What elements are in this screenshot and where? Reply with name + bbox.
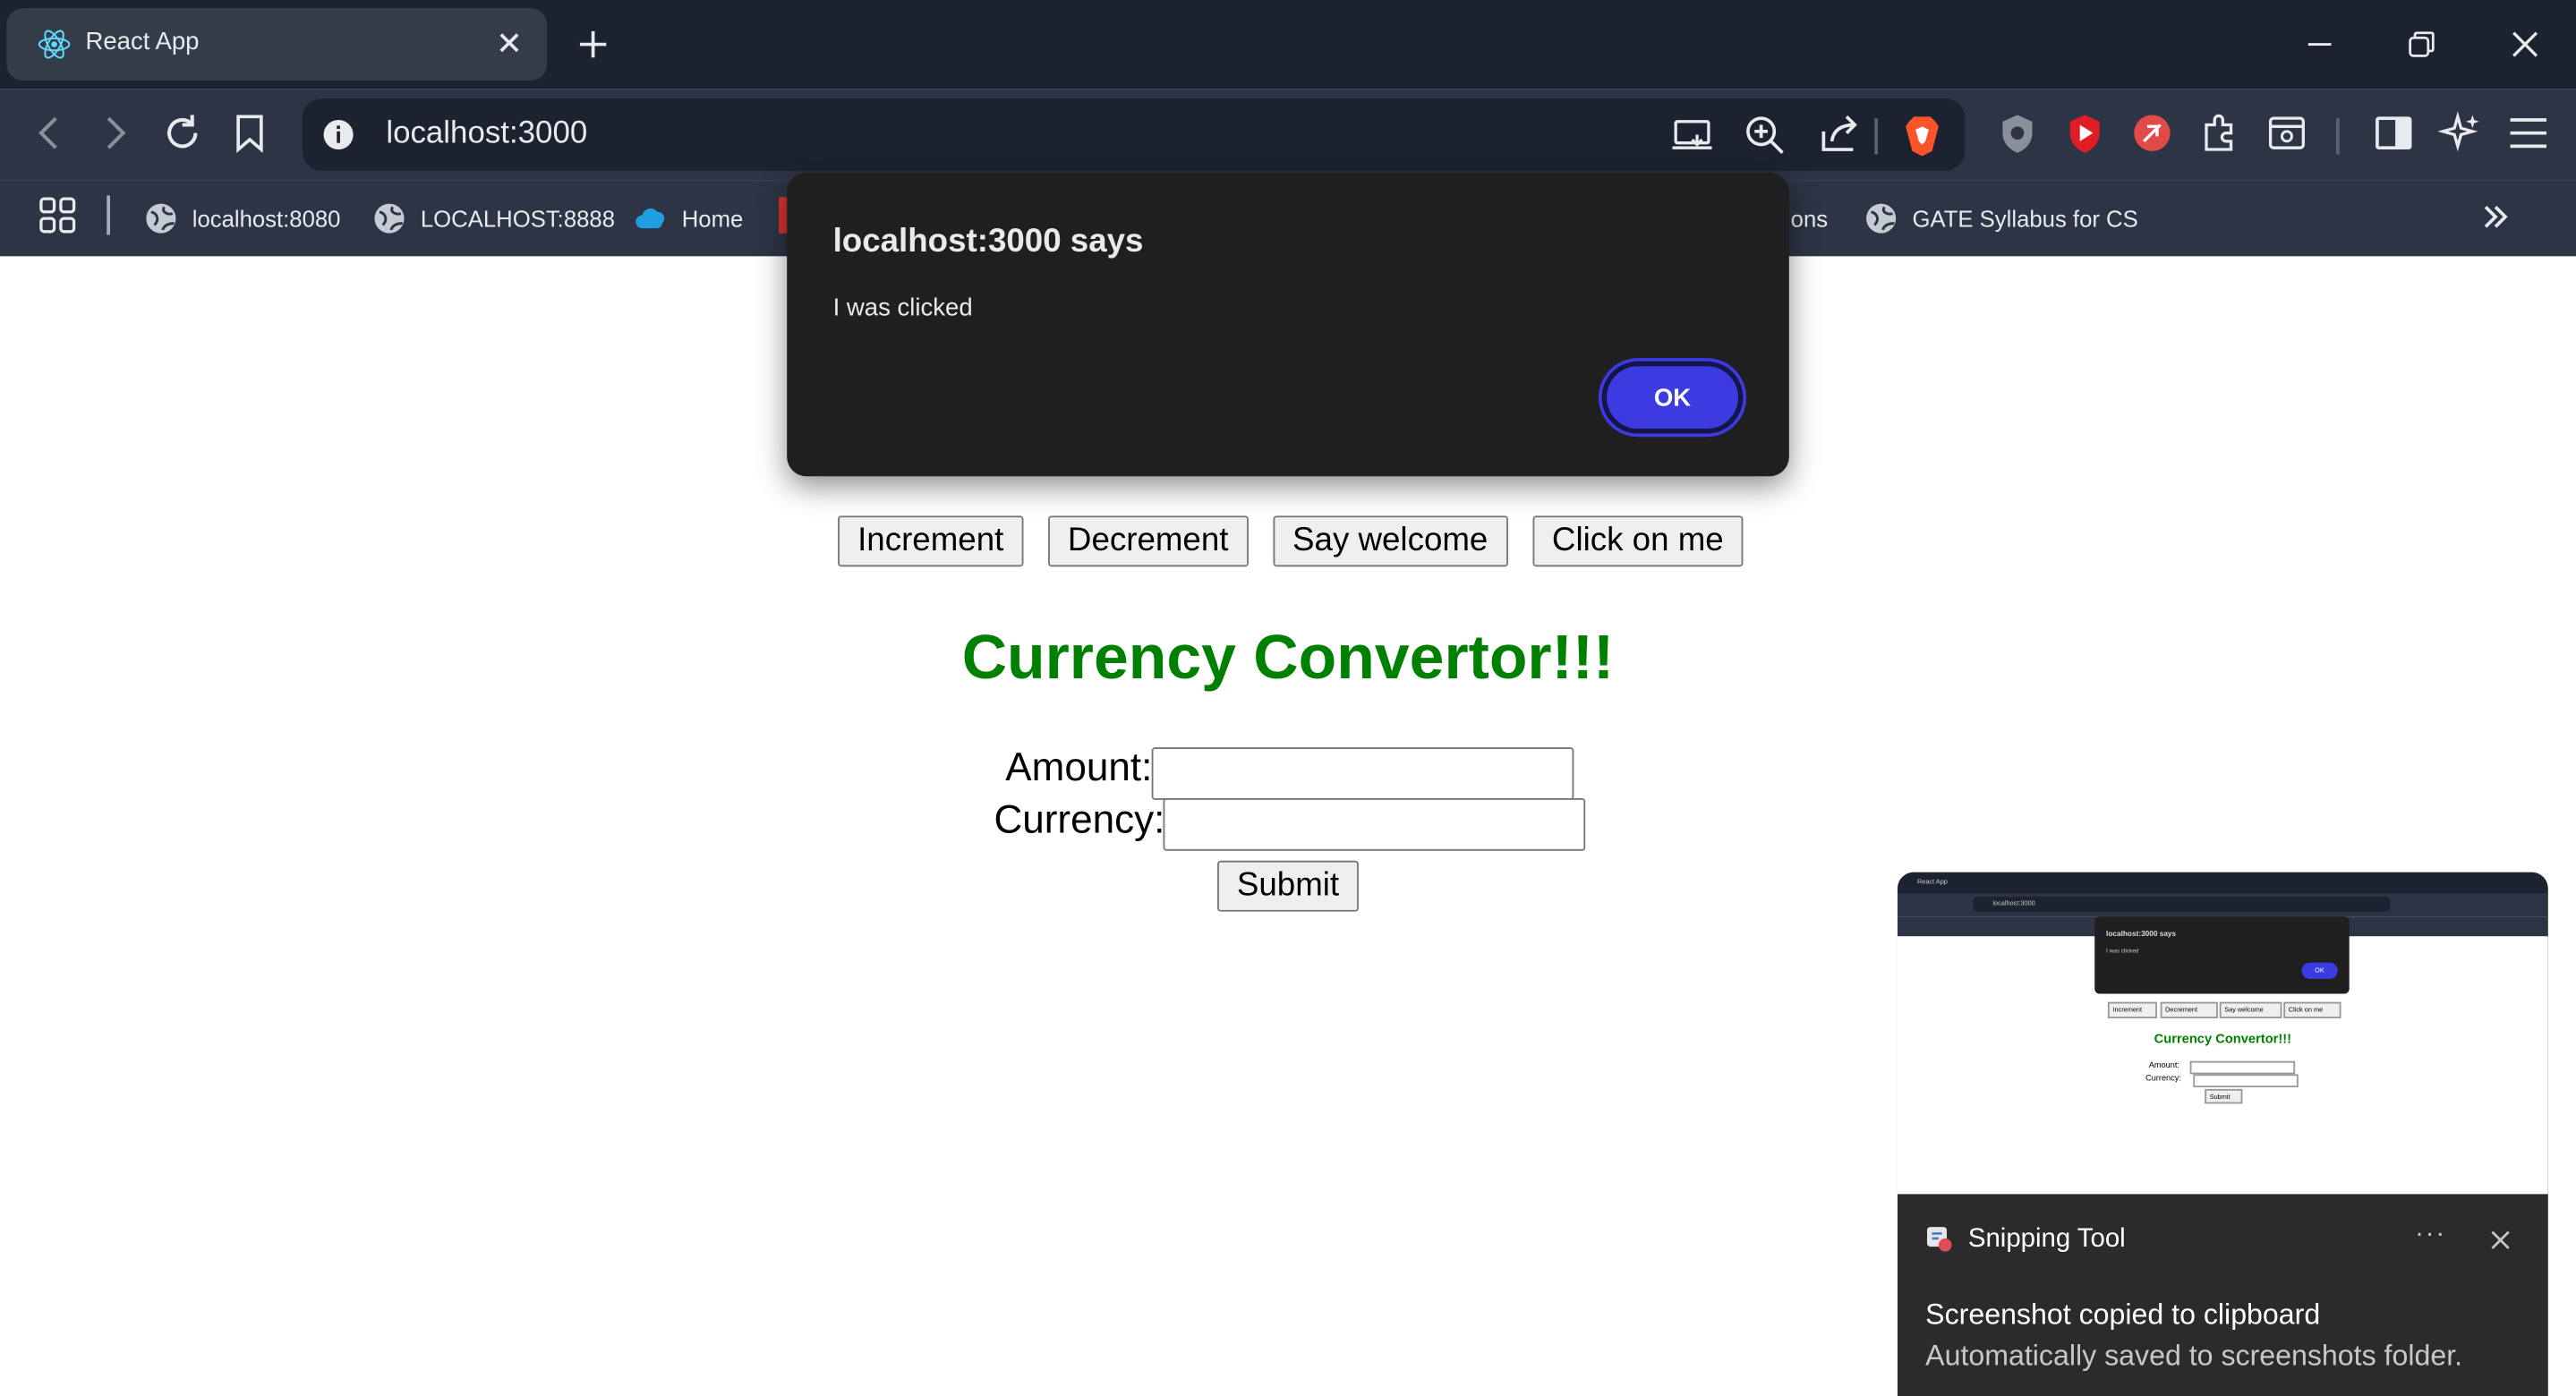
snipping-tool-icon: [1926, 1227, 1952, 1252]
shield-extension-icon[interactable]: [1994, 110, 2040, 156]
alert-dialog: localhost:3000 says I was clicked OK: [787, 172, 1789, 477]
forward-icon[interactable]: [92, 110, 138, 156]
amount-input[interactable]: [1151, 747, 1574, 800]
minimize-icon[interactable]: [2301, 26, 2337, 62]
toast-title: Screenshot copied to clipboard: [1925, 1298, 2321, 1331]
toast-more-options[interactable]: ···: [2415, 1221, 2446, 1250]
separator: [2336, 118, 2340, 155]
sidebar-icon[interactable]: [2371, 110, 2417, 156]
bookmark-localhost-8080[interactable]: localhost:8080: [145, 200, 341, 236]
thumbnail-submit-label: Submit: [2209, 1092, 2231, 1101]
thumbnail-tab-title: React App: [1916, 877, 1948, 886]
more-bookmarks-icon[interactable]: [2479, 200, 2512, 234]
thumbnail-button: Increment: [2107, 1001, 2157, 1018]
new-tab-icon[interactable]: [575, 26, 610, 62]
thumbnail-tabbar: React App: [1897, 872, 2548, 894]
thumbnail-url: localhost:3000: [1992, 898, 2035, 907]
restore-icon[interactable]: [2403, 26, 2439, 62]
bookmark-gate-syllabus[interactable]: GATE Syllabus for CS: [1864, 200, 2138, 236]
separator: [107, 195, 110, 235]
zoom-icon[interactable]: [1742, 112, 1787, 157]
page-title: Currency Convertor!!!: [961, 624, 1615, 694]
thumbnail-button-label: Increment: [2112, 1005, 2143, 1014]
menu-icon[interactable]: [2505, 110, 2551, 156]
snipping-tool-notification[interactable]: React App localhost:3000 localhost:3000 …: [1897, 872, 2548, 1396]
thumbnail-dialog-message: I was clicked: [2106, 948, 2139, 955]
thumbnail-currency-label: Currency:: [2145, 1074, 2181, 1085]
brave-shield-icon[interactable]: [1899, 112, 1945, 157]
close-icon[interactable]: [2487, 1227, 2513, 1253]
thumbnail-button-label: Say welcome: [2224, 1005, 2264, 1014]
submit-button[interactable]: Submit: [1217, 860, 1359, 912]
thumbnail-dialog: localhost:3000 says I was clicked OK: [2094, 916, 2350, 994]
separator: [1874, 118, 1878, 155]
extensions-icon[interactable]: [2196, 110, 2242, 156]
share-icon[interactable]: [1817, 112, 1863, 157]
click-on-me-button[interactable]: Click on me: [1531, 515, 1744, 567]
action-button-row: Increment Decrement Say welcome Click on…: [838, 515, 1768, 567]
navigation-toolbar: localhost:3000: [0, 89, 2576, 181]
thumbnail-ok: OK: [2301, 962, 2338, 979]
screenshot-thumbnail[interactable]: React App localhost:3000 localhost:3000 …: [1897, 872, 2548, 1195]
thumbnail-button: Decrement: [2160, 1001, 2218, 1018]
thumbnail-button-label: Click on me: [2288, 1005, 2324, 1014]
bookmark-label: localhost:8080: [192, 205, 341, 232]
thumbnail-button-label: Decrement: [2165, 1005, 2198, 1014]
increment-button[interactable]: Increment: [838, 515, 1024, 567]
dialog-message: I was clicked: [832, 294, 973, 322]
toast-app-name: Snipping Tool: [1967, 1225, 2126, 1254]
currency-label: Currency:: [994, 798, 1165, 843]
bookmark-partial[interactable]: ons: [1791, 200, 1828, 236]
bookmark-label: GATE Syllabus for CS: [1912, 205, 2138, 232]
cloud-icon: [635, 208, 665, 229]
bookmark-home[interactable]: Home: [634, 200, 743, 236]
bookmark-localhost-8888[interactable]: LOCALHOST:8888: [373, 200, 615, 236]
react-icon: [38, 30, 71, 59]
youtube-extension-icon[interactable]: [2062, 110, 2108, 156]
thumbnail-ok-label: OK: [2315, 966, 2324, 975]
thumbnail-currency-input: [2193, 1074, 2299, 1088]
close-window-icon[interactable]: [2507, 26, 2543, 62]
ok-button[interactable]: OK: [1601, 361, 1744, 434]
bookmark-label: Home: [681, 205, 744, 232]
reader-mode-icon[interactable]: [2264, 110, 2309, 156]
bookmark-label: LOCALHOST:8888: [420, 205, 616, 232]
globe-icon: [146, 203, 176, 234]
tab-strip: React App: [0, 0, 2576, 89]
thumbnail-navbar: localhost:3000: [1897, 893, 2548, 917]
tab-title: React App: [85, 28, 200, 56]
say-welcome-button[interactable]: Say welcome: [1273, 515, 1508, 567]
thumbnail-submit: Submit: [2205, 1088, 2243, 1104]
reload-icon[interactable]: [159, 110, 205, 156]
leo-ai-icon[interactable]: [2437, 110, 2484, 156]
currency-input[interactable]: [1163, 798, 1586, 851]
amount-label: Amount:: [1005, 745, 1153, 790]
address-bar[interactable]: localhost:3000: [302, 98, 1966, 171]
bookmark-label: ons: [1790, 205, 1829, 232]
toast-body: Automatically saved to screenshots folde…: [1925, 1338, 2463, 1372]
info-icon[interactable]: [322, 118, 355, 151]
install-app-icon[interactable]: [1669, 112, 1715, 157]
globe-icon: [374, 203, 405, 234]
apps-grid-icon[interactable]: [38, 195, 77, 234]
block-extension-icon[interactable]: [2129, 110, 2175, 156]
close-tab-icon[interactable]: [494, 28, 524, 57]
thumbnail-button: Click on me: [2283, 1001, 2341, 1018]
thumbnail-heading: Currency Convertor!!!: [2154, 1031, 2292, 1047]
thumbnail-amount-label: Amount:: [2148, 1060, 2179, 1071]
bookmark-icon[interactable]: [226, 110, 272, 156]
back-icon[interactable]: [26, 110, 72, 156]
globe-icon: [1866, 203, 1897, 234]
thumbnail-button: Say welcome: [2219, 1001, 2282, 1018]
thumbnail-amount-input: [2189, 1060, 2296, 1075]
decrement-button[interactable]: Decrement: [1047, 515, 1249, 567]
url-text: localhost:3000: [386, 116, 588, 151]
tab-react-app[interactable]: React App: [6, 8, 548, 81]
thumbnail-dialog-title: localhost:3000 says: [2106, 929, 2177, 939]
dialog-title: localhost:3000 says: [832, 223, 1144, 260]
